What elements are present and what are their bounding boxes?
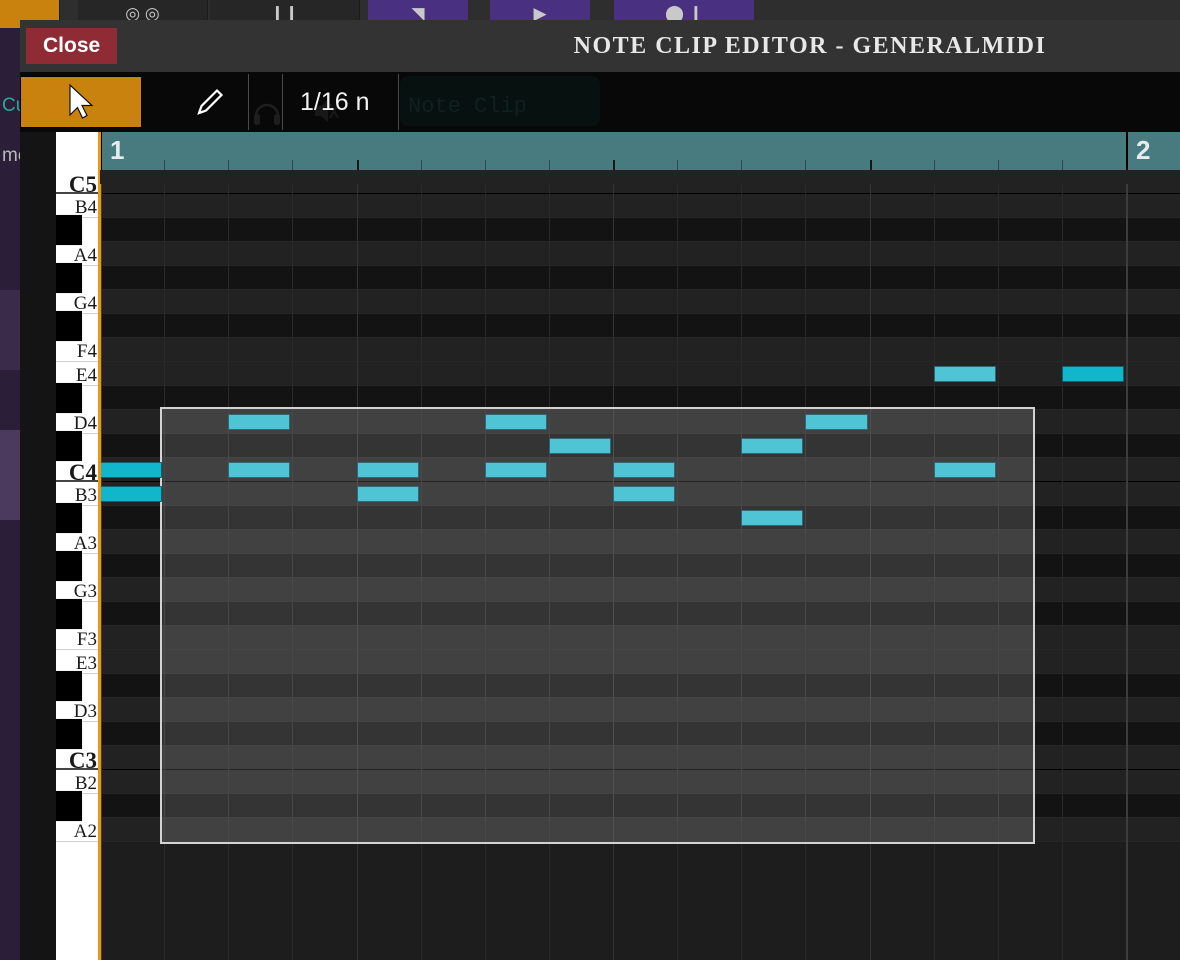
midi-note[interactable] xyxy=(100,486,163,502)
grid-row-gsharp4[interactable] xyxy=(100,266,1180,290)
piano-keyboard[interactable]: C5 B4 A4 G4 F4 E4 D4 C4 B3 A3 G3 F3 E3 D3 C3 B2 A2 xyxy=(56,132,100,960)
grid-row-g3[interactable] xyxy=(100,578,1180,602)
grid-size-selector[interactable]: 1/16 n xyxy=(300,76,370,128)
playhead[interactable] xyxy=(98,184,101,960)
piano-key-asharp4[interactable] xyxy=(56,214,83,246)
midi-note[interactable] xyxy=(613,462,676,478)
midi-note[interactable] xyxy=(228,414,291,430)
grid-beat-line xyxy=(356,184,358,960)
midi-note[interactable] xyxy=(933,462,996,478)
midi-note[interactable] xyxy=(741,510,804,526)
grid-row-csharp3[interactable] xyxy=(100,722,1180,746)
grid-row-asharp4[interactable] xyxy=(100,218,1180,242)
grid-sub-line xyxy=(805,184,807,960)
piano-key-fsharp4[interactable] xyxy=(56,310,83,342)
grid-beat-line xyxy=(869,184,871,960)
grid-sub-line xyxy=(677,184,679,960)
select-tool[interactable] xyxy=(20,76,142,128)
ruler-bar-number: 1 xyxy=(110,135,125,165)
grid-row-gsharp3[interactable] xyxy=(100,554,1180,578)
grid-row-f4[interactable] xyxy=(100,338,1180,362)
grid-sub-line xyxy=(997,184,999,960)
grid-row-fsharp3[interactable] xyxy=(100,602,1180,626)
midi-note[interactable] xyxy=(484,462,547,478)
grid-sub-line xyxy=(933,184,935,960)
piano-key-asharp2[interactable] xyxy=(56,790,83,822)
grid-row-csharp4[interactable] xyxy=(100,434,1180,458)
grid-row-f3[interactable] xyxy=(100,626,1180,650)
grid-row-b4[interactable] xyxy=(100,194,1180,218)
grid-beat-line xyxy=(613,184,614,960)
ruler-bar-number: 2 xyxy=(1136,135,1151,165)
grid-sub-line xyxy=(548,184,550,960)
grid-sub-line xyxy=(484,184,486,960)
piano-key-csharp4[interactable] xyxy=(56,430,83,462)
piano-key-gsharp3[interactable] xyxy=(56,550,83,582)
close-button[interactable]: Close xyxy=(26,27,118,65)
midi-note[interactable] xyxy=(356,486,419,502)
midi-note[interactable] xyxy=(741,438,804,454)
grid-row-d3[interactable] xyxy=(100,698,1180,722)
cursor-arrow-icon xyxy=(69,83,94,119)
piano-key-asharp3[interactable] xyxy=(56,502,83,534)
grid-row-a2[interactable] xyxy=(100,818,1180,842)
piano-key-dsharp4[interactable] xyxy=(56,382,83,414)
headphones-icon[interactable] xyxy=(252,96,282,131)
midi-note[interactable] xyxy=(548,438,611,454)
grid-row-e3[interactable] xyxy=(100,650,1180,674)
grid-row-asharp2[interactable] xyxy=(100,794,1180,818)
midi-note[interactable] xyxy=(933,366,996,382)
grid-sub-line xyxy=(741,184,743,960)
piano-key-c5[interactable] xyxy=(56,170,100,194)
midi-note[interactable] xyxy=(228,462,291,478)
app-root: Cu me ◎ ◎ ❙❙ ◥ ▶ ⬤ ❙ Close NOTE CLIP EDITOR -… xyxy=(0,0,1180,960)
grid-sub-line xyxy=(292,184,294,960)
grid-sub-line xyxy=(164,184,166,960)
grid-row-fsharp4[interactable] xyxy=(100,314,1180,338)
ghost-clip-name: Note Clip xyxy=(408,94,527,119)
note-clip-editor-window: Close NOTE CLIP EDITOR - GENERALMIDI Not… xyxy=(20,20,1180,960)
grid-row-e4[interactable] xyxy=(100,362,1180,386)
grid-row-dsharp4[interactable] xyxy=(100,386,1180,410)
editor-titlebar: Close NOTE CLIP EDITOR - GENERALMIDI xyxy=(20,20,1180,72)
grid-bar-line xyxy=(1126,184,1128,960)
editor-title: NOTE CLIP EDITOR - GENERALMIDI xyxy=(573,32,1047,59)
grid-sub-line xyxy=(420,184,422,960)
grid-row-b2[interactable] xyxy=(100,770,1180,794)
midi-note[interactable] xyxy=(100,462,163,478)
grid-row-dsharp3[interactable] xyxy=(100,674,1180,698)
piano-key-fsharp3[interactable] xyxy=(56,598,83,630)
toolbar-separator xyxy=(398,74,399,130)
pencil-icon xyxy=(197,88,224,115)
midi-note[interactable] xyxy=(484,414,547,430)
midi-note[interactable] xyxy=(356,462,419,478)
piano-key-dsharp3[interactable] xyxy=(56,670,83,702)
grid-row-g4[interactable] xyxy=(100,290,1180,314)
piano-roll: C5 B4 A4 G4 F4 E4 D4 C4 B3 A3 G3 F3 E3 D3 C3 B2 A2 1 2 xyxy=(20,132,1180,960)
note-grid[interactable] xyxy=(98,170,1180,960)
piano-key-gsharp4[interactable] xyxy=(56,262,83,294)
piano-key-csharp3[interactable] xyxy=(56,718,83,750)
grid-row-a3[interactable] xyxy=(100,530,1180,554)
grid-sub-line xyxy=(1061,184,1063,960)
grid-row-asharp3[interactable] xyxy=(100,506,1180,530)
grid-row-c3[interactable] xyxy=(100,746,1180,770)
editor-toolbar: Note Clip 1/16 n xyxy=(20,72,1180,132)
midi-note[interactable] xyxy=(1061,366,1124,382)
midi-note[interactable] xyxy=(805,414,868,430)
grid-row-a4[interactable] xyxy=(100,242,1180,266)
midi-note[interactable] xyxy=(613,486,676,502)
grid-row-c5[interactable] xyxy=(100,170,1180,194)
grid-sub-line xyxy=(228,184,230,960)
toolbar-separator xyxy=(282,74,283,130)
draw-tool[interactable] xyxy=(170,76,250,128)
